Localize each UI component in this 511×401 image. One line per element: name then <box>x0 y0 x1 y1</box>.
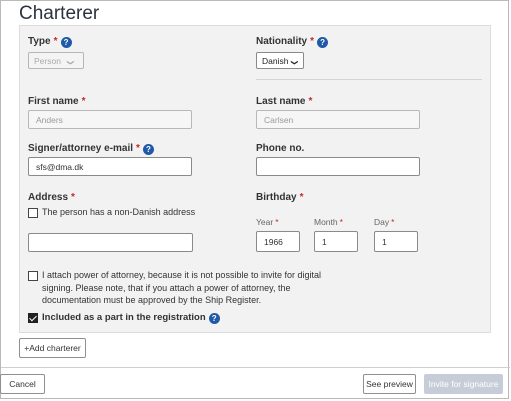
help-icon[interactable]: ? <box>208 313 220 324</box>
dialog-frame: Charterer Type *? Person ❯ Nationality *? D… <box>0 0 510 399</box>
required-marker: * <box>299 192 304 203</box>
required-marker: * <box>275 217 279 227</box>
included-label: Included as a part in the registration? <box>42 312 220 324</box>
required-marker: * <box>339 217 343 227</box>
section-title: Charterer <box>19 3 100 24</box>
nationality-label-text: Nationality <box>256 36 308 47</box>
birthday-month-label-text: Month <box>314 217 338 227</box>
birthday-year-input[interactable]: 1966 <box>256 231 300 252</box>
birthday-year-label-text: Year <box>256 217 274 227</box>
add-charterer-button[interactable]: +Add charterer <box>19 338 86 358</box>
divider <box>256 79 482 80</box>
birthday-day-label-text: Day <box>374 217 390 227</box>
last-name-input[interactable]: Carlsen <box>256 110 420 129</box>
signer-email-input[interactable]: sfs@dma.dk <box>28 157 192 176</box>
signer-email-label: Signer/attorney e-mail *? <box>28 143 154 155</box>
required-marker: * <box>310 36 315 47</box>
see-preview-button[interactable]: See preview <box>363 374 416 394</box>
first-name-input[interactable]: Anders <box>28 110 192 129</box>
required-marker: * <box>391 217 395 227</box>
footer-divider <box>1 367 510 368</box>
required-marker: * <box>81 96 86 107</box>
nationality-label: Nationality *? <box>256 36 329 48</box>
type-label: Type *? <box>28 36 72 48</box>
power-of-attorney-checkbox[interactable] <box>28 271 38 281</box>
birthday-label-text: Birthday <box>256 192 297 203</box>
required-marker: * <box>136 143 140 154</box>
included-checkbox[interactable] <box>28 313 38 323</box>
type-select[interactable]: Person ❯ <box>28 52 84 69</box>
chevron-down-icon: ❯ <box>66 59 74 66</box>
birthday-month-label: Month * <box>314 217 343 227</box>
birthday-day-label: Day * <box>374 217 394 227</box>
phone-input[interactable] <box>256 157 420 176</box>
birthday-day-input[interactable]: 1 <box>374 231 418 252</box>
phone-label: Phone no. <box>256 143 305 154</box>
type-select-value: Person <box>34 56 61 66</box>
address-input[interactable] <box>28 233 193 252</box>
invite-for-signature-button[interactable]: Invite for signature <box>424 374 503 394</box>
address-label: Address * <box>28 192 75 203</box>
required-marker: * <box>308 96 313 107</box>
type-label-text: Type <box>28 36 51 47</box>
birthday-year-label: Year * <box>256 217 279 227</box>
cancel-button[interactable]: Cancel <box>0 374 45 394</box>
power-of-attorney-text: I attach power of attorney, because it i… <box>42 270 321 305</box>
address-label-text: Address <box>28 192 69 203</box>
last-name-label: Last name * <box>256 96 312 107</box>
chevron-down-icon: ❯ <box>290 59 298 66</box>
birthday-month-input[interactable]: 1 <box>314 231 358 252</box>
non-danish-address-checkbox[interactable] <box>28 208 38 218</box>
signer-email-label-text: Signer/attorney e-mail <box>28 143 134 154</box>
first-name-label-text: First name <box>28 96 79 107</box>
birthday-label: Birthday * <box>256 192 303 203</box>
charterer-form-panel: Type *? Person ❯ Nationality *? Danish ❯ Fir… <box>19 25 491 333</box>
required-marker: * <box>71 192 75 203</box>
included-label-text: Included as a part in the registration <box>42 312 206 323</box>
first-name-label: First name * <box>28 96 85 107</box>
last-name-label-text: Last name <box>256 96 306 107</box>
help-icon[interactable]: ? <box>142 144 154 155</box>
non-danish-address-label: The person has a non-Danish address <box>42 207 196 217</box>
help-icon[interactable]: ? <box>317 37 329 48</box>
required-marker: * <box>53 36 58 47</box>
nationality-select[interactable]: Danish ❯ <box>256 52 304 69</box>
help-icon[interactable]: ? <box>60 37 72 48</box>
